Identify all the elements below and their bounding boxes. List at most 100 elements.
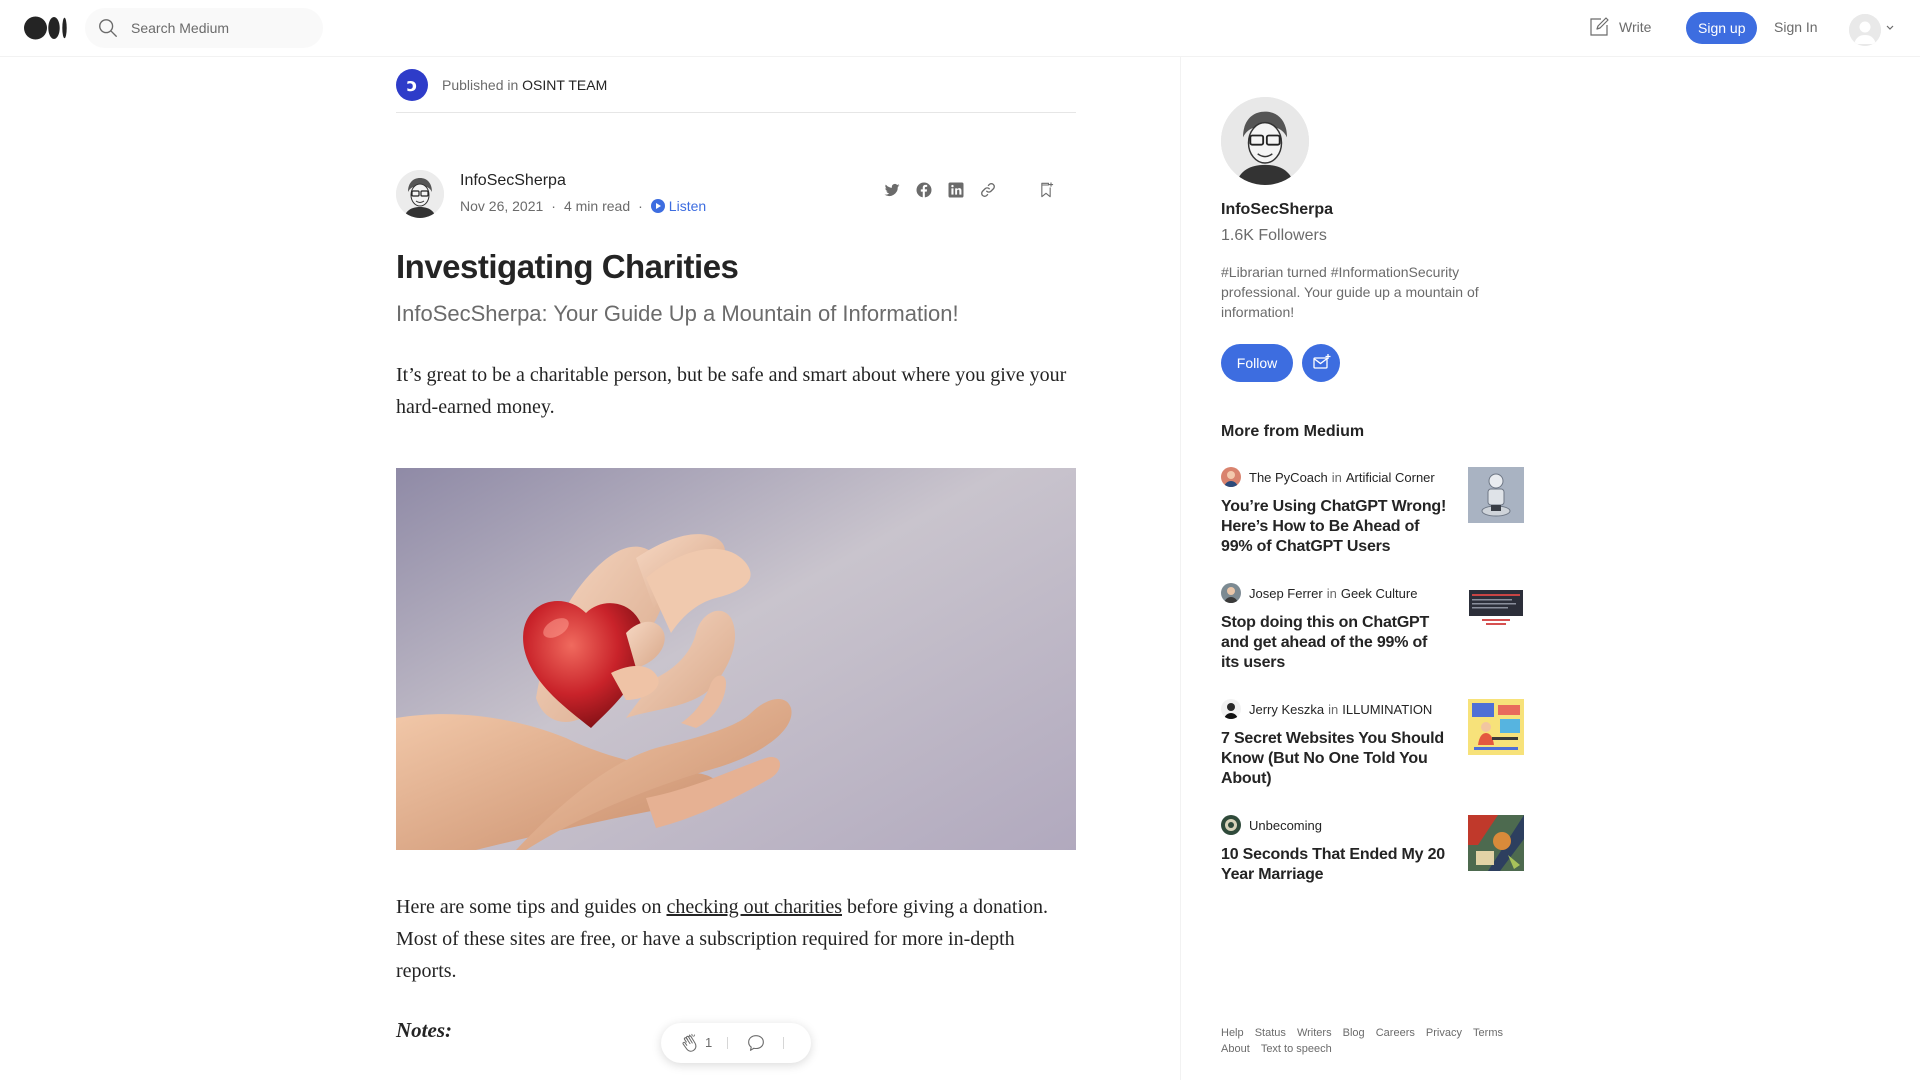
recommendation-title[interactable]: 10 Seconds That Ended My 20 Year Marriag… bbox=[1221, 845, 1449, 885]
recommendation-item[interactable]: The PyCoach in Artificial Corner You’re Us… bbox=[1221, 467, 1525, 563]
follower-count[interactable]: 1.6K Followers bbox=[1221, 227, 1327, 245]
in-label: in bbox=[1328, 702, 1339, 717]
twitter-icon[interactable] bbox=[882, 180, 902, 200]
search-input[interactable] bbox=[131, 18, 311, 38]
recommendation-thumbnail-collage[interactable] bbox=[1468, 815, 1524, 871]
recommendation-title[interactable]: 7 Secret Websites You Should Know (But N… bbox=[1221, 729, 1449, 789]
author-avatar[interactable] bbox=[396, 170, 444, 218]
divider bbox=[783, 1037, 784, 1049]
recommendation-publication[interactable]: Artificial Corner bbox=[1346, 470, 1435, 485]
meta-separator: · bbox=[551, 198, 556, 214]
article-meta: Nov 26, 2021 · 4 min read · Listen bbox=[460, 198, 706, 214]
more-from-medium-heading: More from Medium bbox=[1221, 423, 1365, 440]
published-in-label: Published in bbox=[442, 77, 519, 93]
link-icon[interactable] bbox=[978, 180, 998, 200]
divider bbox=[727, 1037, 728, 1049]
search-box[interactable] bbox=[85, 8, 323, 48]
recommendation-title[interactable]: You’re Using ChatGPT Wrong! Here’s How t… bbox=[1221, 497, 1449, 557]
recommendation-item[interactable]: Unbecoming 10 Seconds That Ended My 20 Y… bbox=[1221, 815, 1525, 895]
recommendation-author-avatar[interactable] bbox=[1221, 583, 1241, 603]
author-portrait-icon bbox=[396, 170, 444, 218]
write-label: Write bbox=[1619, 19, 1652, 35]
footer-link-blog[interactable]: Blog bbox=[1343, 1025, 1365, 1041]
intro-paragraph: It’s great to be a charitable person, bu… bbox=[396, 364, 1067, 418]
follow-button[interactable]: Follow bbox=[1221, 344, 1293, 382]
play-icon bbox=[650, 199, 665, 213]
read-time: 4 min read bbox=[563, 198, 631, 214]
author-portrait-icon bbox=[1221, 97, 1309, 185]
tips-paragraph: Here are some tips and guides on checkin… bbox=[396, 891, 1076, 987]
search-icon bbox=[99, 19, 117, 37]
checking-out-charities-link[interactable]: checking out charities bbox=[666, 896, 842, 918]
default-avatar-icon bbox=[1849, 14, 1881, 46]
recommendation-item[interactable]: Josep Ferrer in Geek Culture Stop doing th… bbox=[1221, 583, 1525, 679]
sidebar-footer: Help Status Writers Blog Careers Privacy… bbox=[1221, 1025, 1521, 1057]
response-icon[interactable] bbox=[745, 1032, 767, 1054]
publication-name-link[interactable]: OSINT TEAM bbox=[522, 77, 607, 93]
footer-link-writers[interactable]: Writers bbox=[1297, 1025, 1332, 1041]
meta-separator: · bbox=[638, 198, 643, 214]
article-subtitle: InfoSecSherpa: Your Guide Up a Mountain … bbox=[396, 301, 959, 326]
divider bbox=[396, 112, 1076, 113]
listen-button[interactable]: Listen bbox=[650, 198, 707, 214]
sidebar-author-avatar[interactable] bbox=[1221, 97, 1309, 185]
listen-label: Listen bbox=[668, 198, 707, 214]
author-bio: #Librarian turned #InformationSecurity p… bbox=[1221, 264, 1479, 320]
footer-link-careers[interactable]: Careers bbox=[1376, 1025, 1415, 1041]
hero-image-hands-holding-heart[interactable] bbox=[396, 468, 1076, 850]
tips-text-before: Here are some tips and guides on bbox=[396, 896, 667, 918]
subscribe-email-button[interactable] bbox=[1302, 344, 1340, 382]
article-byline: InfoSecSherpa Nov 26, 2021 · 4 min read … bbox=[396, 170, 1076, 218]
clap-count: 1 bbox=[705, 1035, 713, 1050]
recommendation-author-avatar[interactable] bbox=[1221, 699, 1241, 719]
sidebar-divider bbox=[1180, 57, 1181, 1080]
recommendation-author[interactable]: The PyCoach bbox=[1249, 470, 1328, 485]
user-avatar-button[interactable] bbox=[1849, 14, 1881, 46]
mail-plus-icon bbox=[1313, 354, 1331, 369]
recommendation-thumbnail-robot[interactable] bbox=[1468, 467, 1524, 523]
recommendation-thumbnail-illustration[interactable] bbox=[1468, 699, 1524, 755]
author-name-link[interactable]: InfoSecSherpa bbox=[460, 172, 566, 190]
footer-link-privacy[interactable]: Privacy bbox=[1426, 1025, 1462, 1041]
footer-link-terms[interactable]: Terms bbox=[1473, 1025, 1503, 1041]
recommendation-author[interactable]: Josep Ferrer bbox=[1249, 586, 1323, 601]
recommendation-meta: Jerry Keszka in ILLUMINATION bbox=[1249, 702, 1432, 717]
write-icon bbox=[1590, 17, 1609, 36]
osint-team-logo[interactable]: ɔ bbox=[396, 69, 428, 101]
publication-banner: ɔ Published in OSINT TEAM bbox=[396, 69, 607, 101]
recommendation-author[interactable]: Jerry Keszka bbox=[1249, 702, 1324, 717]
recommendation-item[interactable]: Jerry Keszka in ILLUMINATION 7 Secret Webs… bbox=[1221, 699, 1525, 795]
top-navigation-bar: Write Sign up Sign In bbox=[0, 0, 1920, 57]
recommendation-publication[interactable]: Geek Culture bbox=[1341, 586, 1418, 601]
publish-date: Nov 26, 2021 bbox=[460, 198, 544, 214]
recommendation-meta: The PyCoach in Artificial Corner bbox=[1249, 470, 1435, 485]
footer-link-about[interactable]: About bbox=[1221, 1041, 1250, 1057]
recommendation-meta: Josep Ferrer in Geek Culture bbox=[1249, 586, 1417, 601]
clap-icon[interactable] bbox=[679, 1032, 701, 1054]
publication-line: Published in OSINT TEAM bbox=[442, 77, 607, 93]
footer-link-status[interactable]: Status bbox=[1255, 1025, 1286, 1041]
sidebar-author-name[interactable]: InfoSecSherpa bbox=[1221, 201, 1333, 219]
recommendation-author-avatar[interactable] bbox=[1221, 467, 1241, 487]
in-label: in bbox=[1331, 470, 1342, 485]
recommendation-meta: Unbecoming bbox=[1249, 818, 1322, 833]
medium-logo-icon[interactable] bbox=[24, 16, 68, 40]
recommendation-author-avatar[interactable] bbox=[1221, 815, 1241, 835]
recommendation-author[interactable]: Unbecoming bbox=[1249, 818, 1322, 833]
chevron-down-icon[interactable] bbox=[1885, 24, 1895, 32]
recommendation-title[interactable]: Stop doing this on ChatGPT and get ahead… bbox=[1221, 613, 1449, 673]
in-label: in bbox=[1326, 586, 1337, 601]
floating-action-bar: 1 bbox=[661, 1023, 811, 1063]
bookmark-icon[interactable] bbox=[1036, 180, 1056, 200]
sign-up-button[interactable]: Sign up bbox=[1686, 12, 1758, 44]
recommendation-publication[interactable]: ILLUMINATION bbox=[1342, 702, 1432, 717]
sign-in-link[interactable]: Sign In bbox=[1774, 19, 1818, 35]
footer-link-help[interactable]: Help bbox=[1221, 1025, 1244, 1041]
write-link[interactable]: Write bbox=[1587, 15, 1651, 39]
article-title: Investigating Charities bbox=[396, 248, 739, 285]
facebook-icon[interactable] bbox=[914, 180, 934, 200]
recommendation-thumbnail-screen[interactable] bbox=[1468, 583, 1524, 639]
footer-link-text-to-speech[interactable]: Text to speech bbox=[1261, 1041, 1332, 1057]
linkedin-icon[interactable] bbox=[946, 180, 966, 200]
notes-heading: Notes: bbox=[396, 1018, 452, 1042]
